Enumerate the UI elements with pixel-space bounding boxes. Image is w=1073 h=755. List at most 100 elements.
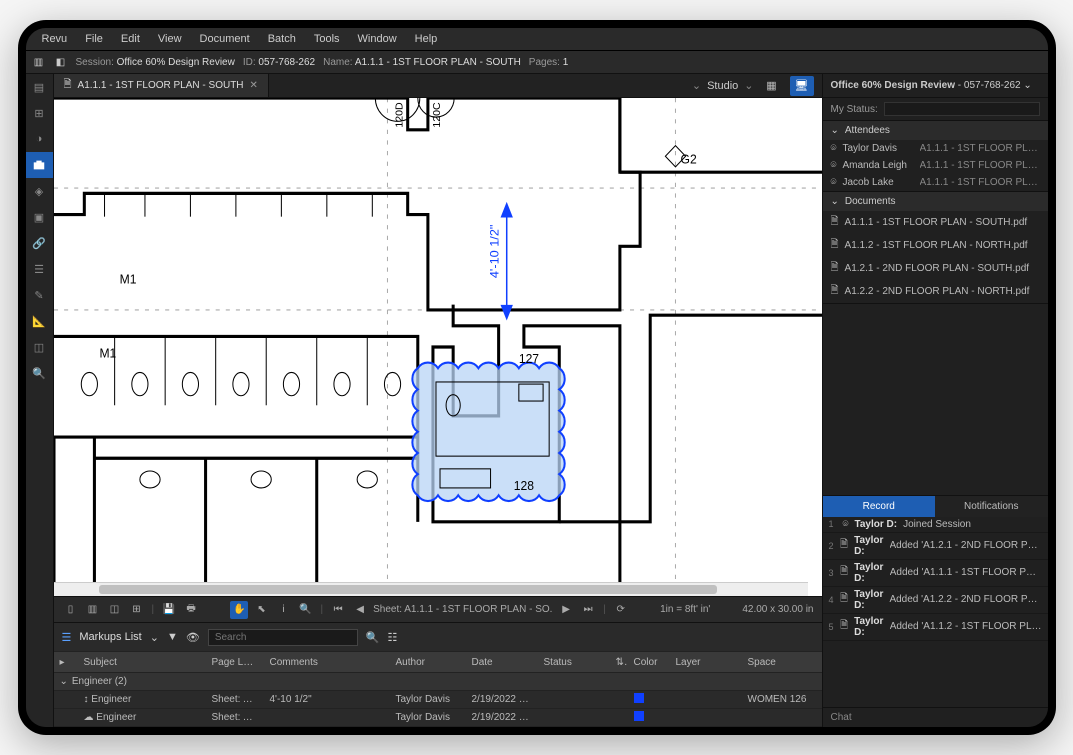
view-continuous-icon[interactable]: ▥ bbox=[84, 601, 102, 619]
file-icon: 🗎 bbox=[840, 591, 848, 608]
menu-help[interactable]: Help bbox=[407, 31, 446, 47]
col-page-label[interactable]: Page Label bbox=[206, 657, 264, 668]
record-row[interactable]: 4🗎Taylor D:Added 'A1.2.2 - 2ND FLOOR PLA… bbox=[823, 587, 1048, 614]
menu-window[interactable]: Window bbox=[350, 31, 405, 47]
document-row[interactable]: 🗎A1.2.1 - 2ND FLOOR PLAN - SOUTH.pdf bbox=[823, 257, 1048, 280]
chat-bar[interactable]: Chat bbox=[823, 707, 1048, 727]
text-select-icon[interactable]: Ꭵ bbox=[274, 601, 292, 619]
tab-chevron-down-icon[interactable]: ⌄ bbox=[692, 79, 701, 92]
horizontal-scrollbar[interactable] bbox=[54, 582, 808, 596]
tool-links-icon[interactable]: 🔗 bbox=[26, 230, 53, 256]
col-layer[interactable]: Layer bbox=[670, 657, 742, 668]
attendee-name: Jacob Lake bbox=[843, 177, 894, 188]
select-tool-icon[interactable]: ⬉ bbox=[252, 601, 270, 619]
record-row[interactable]: 1⌾Taylor D:Joined Session bbox=[823, 517, 1048, 533]
tool-spaces-icon[interactable]: ◫ bbox=[26, 334, 53, 360]
col-author[interactable]: Author bbox=[390, 657, 466, 668]
prev-page-icon[interactable]: ◀ bbox=[351, 601, 369, 619]
rotate-icon[interactable]: ⟳ bbox=[612, 601, 630, 619]
menu-file[interactable]: File bbox=[77, 31, 111, 47]
attendee-row[interactable]: ⌾Amanda LeighA1.1.1 - 1ST FLOOR PLAN - S… bbox=[823, 157, 1048, 174]
tool-layers-icon[interactable]: ◈ bbox=[26, 178, 53, 204]
tool-search-icon[interactable]: 🔍 bbox=[26, 360, 53, 386]
record-msg: Joined Session bbox=[903, 519, 971, 530]
tab-notifications[interactable]: Notifications bbox=[935, 496, 1048, 517]
menu-edit[interactable]: Edit bbox=[113, 31, 148, 47]
room-label-g2: G2 bbox=[680, 152, 696, 166]
menu-view[interactable]: View bbox=[150, 31, 190, 47]
markups-column-headers: ▸ Subject Page Label Comments Author Dat… bbox=[54, 651, 822, 673]
record-msg: Added 'A1.2.2 - 2ND FLOOR PLAN - NORTH.p… bbox=[889, 594, 1041, 605]
record-user: Taylor D: bbox=[854, 562, 884, 584]
record-user: Taylor D: bbox=[855, 519, 898, 530]
markup-row[interactable]: ☁ Engineer Sheet: A1.1.1 ... Taylor Davi… bbox=[54, 709, 822, 727]
markups-group-row[interactable]: ⌄ Engineer (2) bbox=[54, 673, 822, 691]
chevron-down-icon[interactable]: ⌄ bbox=[150, 631, 159, 644]
room-label-127: 127 bbox=[518, 352, 538, 366]
menu-revu[interactable]: Revu bbox=[34, 31, 76, 47]
tool-forms-icon[interactable]: ☰ bbox=[26, 256, 53, 282]
first-page-icon[interactable]: ⏮ bbox=[329, 601, 347, 619]
col-space[interactable]: Space bbox=[742, 657, 822, 668]
drawing-canvas[interactable]: 4'-10 1/2" G2 M1 M1 127 128 120D 120C bbox=[54, 98, 822, 596]
col-color[interactable]: Color bbox=[628, 657, 670, 668]
tab-record[interactable]: Record bbox=[823, 496, 936, 517]
view-split-icon[interactable]: ◫ bbox=[106, 601, 124, 619]
tool-sets-icon[interactable]: ▣ bbox=[26, 204, 53, 230]
tool-file-access-icon[interactable]: ▤ bbox=[26, 74, 53, 100]
markups-menu-icon[interactable]: ☰ bbox=[62, 631, 72, 644]
record-row[interactable]: 3🗎Taylor D:Added 'A1.1.1 - 1ST FLOOR PLA… bbox=[823, 560, 1048, 587]
attendee-row[interactable]: ⌾Jacob LakeA1.1.1 - 1ST FLOOR PLAN - SO bbox=[823, 174, 1048, 191]
col-expand[interactable]: ▸ bbox=[54, 657, 78, 668]
markup-author: Taylor Davis bbox=[390, 712, 466, 723]
zoom-tool-icon[interactable]: 🔍 bbox=[296, 601, 314, 619]
file-icon: 🗎 bbox=[840, 537, 848, 554]
record-row[interactable]: 5🗎Taylor D:Added 'A1.1.2 - 1ST FLOOR PLA… bbox=[823, 614, 1048, 641]
studio-sessions-icon[interactable]: 🖥 bbox=[790, 76, 814, 96]
menu-tools[interactable]: Tools bbox=[306, 31, 348, 47]
col-comments[interactable]: Comments bbox=[264, 657, 390, 668]
tool-toolchest-icon[interactable] bbox=[26, 152, 53, 178]
attendees-header[interactable]: ⌄Attendees bbox=[823, 121, 1048, 140]
document-tab[interactable]: 🗎 A1.1.1 - 1ST FLOOR PLAN - SOUTH ✕ bbox=[54, 74, 269, 97]
filter-icon[interactable]: ▼ bbox=[167, 631, 178, 643]
tool-properties-icon[interactable]: ◑ bbox=[26, 126, 53, 152]
panel-toggle-icon[interactable]: ◧ bbox=[54, 55, 68, 69]
studio-projects-icon[interactable]: ▦ bbox=[760, 76, 784, 96]
sheet-name-field[interactable] bbox=[373, 604, 553, 615]
my-status-input[interactable] bbox=[884, 102, 1040, 116]
dimension-value: 4'-10 1/2" bbox=[487, 225, 501, 279]
search-icon[interactable]: 🔍 bbox=[366, 631, 380, 644]
view-single-icon[interactable]: ▯ bbox=[62, 601, 80, 619]
close-icon[interactable]: ✕ bbox=[250, 80, 258, 91]
print-icon[interactable]: 🖶 bbox=[182, 601, 200, 619]
col-subject[interactable]: Subject bbox=[78, 657, 206, 668]
menu-batch[interactable]: Batch bbox=[260, 31, 304, 47]
panel-left-icon[interactable]: ▥ bbox=[32, 55, 46, 69]
documents-header[interactable]: ⌄Documents bbox=[823, 192, 1048, 211]
visibility-icon[interactable]: 👁 bbox=[186, 631, 200, 644]
document-row[interactable]: 🗎A1.1.2 - 1ST FLOOR PLAN - NORTH.pdf bbox=[823, 234, 1048, 257]
tool-measure-icon[interactable]: 📐 bbox=[26, 308, 53, 334]
studio-chevron-down-icon[interactable]: ⌄ bbox=[744, 79, 753, 92]
col-status[interactable]: Status bbox=[538, 657, 610, 668]
pan-tool-icon[interactable]: ✋ bbox=[230, 601, 248, 619]
chevron-down-icon[interactable]: ⌄ bbox=[1023, 80, 1031, 91]
view-grid-icon[interactable]: ⊞ bbox=[128, 601, 146, 619]
col-date[interactable]: Date bbox=[466, 657, 538, 668]
markups-search-input[interactable] bbox=[208, 629, 358, 646]
document-row[interactable]: 🗎A1.2.2 - 2ND FLOOR PLAN - NORTH.pdf bbox=[823, 280, 1048, 303]
columns-icon[interactable]: ☷ bbox=[388, 631, 398, 644]
next-page-icon[interactable]: ▶ bbox=[557, 601, 575, 619]
last-page-icon[interactable]: ⏭ bbox=[579, 601, 597, 619]
studio-label[interactable]: Studio bbox=[707, 80, 738, 92]
col-sort-icon[interactable]: ⇅ bbox=[610, 657, 628, 668]
attendee-row[interactable]: ⌾Taylor DavisA1.1.1 - 1ST FLOOR PLAN - S… bbox=[823, 140, 1048, 157]
tool-signatures-icon[interactable]: ✎ bbox=[26, 282, 53, 308]
menu-document[interactable]: Document bbox=[192, 31, 258, 47]
tool-thumbnails-icon[interactable]: ⊞ bbox=[26, 100, 53, 126]
document-row[interactable]: 🗎A1.1.1 - 1ST FLOOR PLAN - SOUTH.pdf bbox=[823, 211, 1048, 234]
markup-row[interactable]: ↕ Engineer Sheet: A1.1.1 ... 4'-10 1/2" … bbox=[54, 691, 822, 709]
record-row[interactable]: 2🗎Taylor D:Added 'A1.2.1 - 2ND FLOOR PLA… bbox=[823, 533, 1048, 560]
save-icon[interactable]: 💾 bbox=[160, 601, 178, 619]
